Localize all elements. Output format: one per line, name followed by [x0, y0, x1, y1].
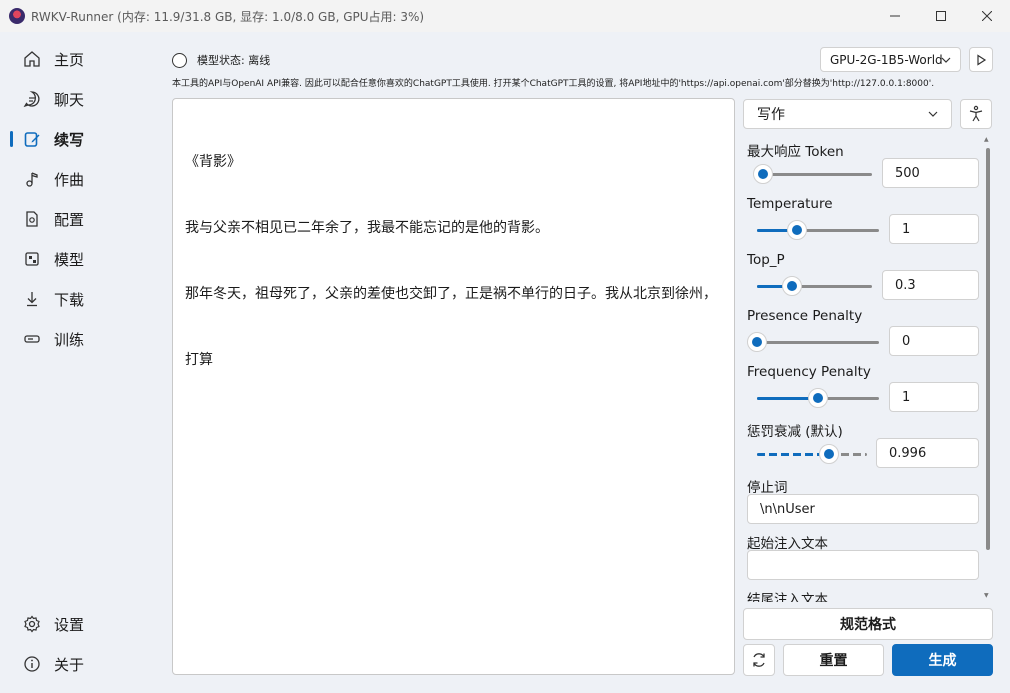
- sidebar-item-label: 聊天: [54, 90, 85, 109]
- presence-penalty-slider[interactable]: [747, 332, 879, 352]
- scroll-down-icon[interactable]: ▼: [984, 592, 989, 599]
- status-indicator-radio[interactable]: [172, 52, 187, 68]
- sidebar-item-downloads[interactable]: 下载: [4, 281, 154, 317]
- inject-end-label: 结尾注入文本: [747, 592, 828, 602]
- temperature-slider[interactable]: [757, 220, 879, 240]
- slider-thumb[interactable]: [819, 444, 839, 464]
- sidebar-item-home[interactable]: 主页: [4, 41, 154, 77]
- slider-thumb[interactable]: [787, 220, 807, 240]
- parameter-panel: 最大响应 Token 500 Temperature 1 Top_P 0.3 P…: [743, 136, 983, 602]
- chat-icon: [22, 89, 42, 109]
- sidebar-item-label: 训练: [54, 330, 85, 349]
- scroll-up-icon[interactable]: ▲: [984, 136, 989, 143]
- regenerate-button[interactable]: [743, 644, 775, 676]
- model-icon: [22, 249, 42, 269]
- completion-textarea[interactable]: 《背影》 我与父亲不相见已二年余了，我最不能忘记的是他的背影。 那年冬天，祖母死…: [172, 98, 735, 675]
- api-notice: 本工具的API与OpenAI API兼容. 因此可以配合任意你喜欢的ChatGP…: [172, 79, 935, 89]
- editor-line: 《背影》: [185, 154, 241, 170]
- sidebar-item-label: 模型: [54, 250, 85, 269]
- editor-line: 那年冬天，祖母死了，父亲的差使也交卸了，正是祸不单行的日子。我从北京到徐州，: [185, 286, 717, 302]
- preset-dropdown-value: 写作: [757, 107, 785, 123]
- sidebar-item-configs[interactable]: 配置: [4, 201, 154, 237]
- stop-words-input[interactable]: \n\nUser: [747, 494, 979, 524]
- download-icon: [22, 289, 42, 309]
- preset-dropdown[interactable]: 写作: [743, 99, 952, 129]
- chevron-down-icon: [928, 111, 938, 117]
- slider-thumb[interactable]: [782, 276, 802, 296]
- inject-start-label: 起始注入文本: [747, 536, 828, 552]
- temperature-label: Temperature: [747, 196, 833, 212]
- slider-thumb[interactable]: [808, 388, 828, 408]
- title-bar: RWKV-Runner (内存: 11.9/31.8 GB, 显存: 1.0/8…: [0, 0, 1010, 32]
- window-title: RWKV-Runner (内存: 11.9/31.8 GB, 显存: 1.0/8…: [31, 9, 425, 24]
- model-dropdown-value: GPU-2G-1B5-World: [830, 52, 943, 67]
- max-tokens-label: 最大响应 Token: [747, 144, 844, 160]
- inject-start-input[interactable]: [747, 550, 979, 580]
- sidebar-item-chat[interactable]: 聊天: [4, 81, 154, 117]
- settings-doc-icon: [22, 209, 42, 229]
- temperature-input[interactable]: 1: [889, 214, 979, 244]
- presence-penalty-input[interactable]: 0: [889, 326, 979, 356]
- maximize-button[interactable]: [918, 0, 964, 32]
- frequency-penalty-slider[interactable]: [757, 388, 879, 408]
- reset-button[interactable]: 重置: [783, 644, 884, 676]
- top-p-input[interactable]: 0.3: [882, 270, 979, 300]
- sidebar-item-label: 作曲: [54, 170, 85, 189]
- refresh-icon: [753, 653, 765, 667]
- music-note-icon: [22, 169, 42, 189]
- sidebar-item-label: 配置: [54, 210, 85, 229]
- max-tokens-slider[interactable]: [753, 164, 872, 184]
- sidebar-item-compose[interactable]: 作曲: [4, 161, 154, 197]
- editor-line: 我与父亲不相见已二年余了，我最不能忘记的是他的背影。: [185, 220, 549, 236]
- compose-icon: [22, 129, 42, 149]
- penalty-decay-slider[interactable]: [757, 444, 867, 464]
- frequency-penalty-input[interactable]: 1: [889, 382, 979, 412]
- presence-penalty-label: Presence Penalty: [747, 308, 863, 324]
- editor-line: 打算: [185, 352, 213, 368]
- chevron-down-icon: [941, 57, 951, 63]
- run-model-button[interactable]: [969, 47, 993, 72]
- home-icon: [22, 49, 42, 69]
- sidebar: 主页 聊天 续写 作曲 配置 模型 下载 训练 设置 关于: [0, 32, 160, 693]
- sidebar-item-label: 主页: [54, 50, 85, 69]
- info-icon: [22, 654, 42, 674]
- slider-thumb[interactable]: [753, 164, 773, 184]
- generate-button[interactable]: 生成: [892, 644, 993, 676]
- frequency-penalty-label: Frequency Penalty: [747, 364, 871, 380]
- train-icon: [22, 329, 42, 349]
- scrollbar-thumb[interactable]: [986, 148, 990, 550]
- sidebar-item-label: 设置: [54, 615, 85, 634]
- penalty-decay-input[interactable]: 0.996: [876, 438, 979, 468]
- sidebar-item-train[interactable]: 训练: [4, 321, 154, 357]
- app-logo-icon: [9, 8, 25, 24]
- model-status-text: 模型状态: 离线: [197, 54, 271, 67]
- model-status: 模型状态: 离线: [172, 50, 270, 70]
- close-button[interactable]: [964, 0, 1010, 32]
- minimize-button[interactable]: [872, 0, 918, 32]
- gear-icon: [22, 614, 42, 634]
- sidebar-item-label: 续写: [54, 130, 85, 149]
- sidebar-item-models[interactable]: 模型: [4, 241, 154, 277]
- max-tokens-input[interactable]: 500: [882, 158, 979, 188]
- format-button[interactable]: 规范格式: [743, 608, 993, 640]
- sidebar-item-settings[interactable]: 设置: [4, 606, 154, 642]
- minimize-icon: [890, 15, 900, 17]
- sidebar-item-completion[interactable]: 续写: [4, 121, 154, 157]
- slider-thumb[interactable]: [747, 332, 767, 352]
- top-p-label: Top_P: [747, 252, 785, 268]
- accessibility-icon: [969, 105, 983, 122]
- panel-scrollbar[interactable]: ▲ ▼: [984, 136, 991, 600]
- accessibility-button[interactable]: [960, 99, 992, 129]
- maximize-icon: [936, 11, 946, 21]
- stop-words-label: 停止词: [747, 480, 788, 496]
- sidebar-item-label: 关于: [54, 655, 85, 674]
- sidebar-item-about[interactable]: 关于: [4, 646, 154, 682]
- sidebar-item-label: 下载: [54, 290, 85, 309]
- penalty-decay-label: 惩罚衰减 (默认): [747, 424, 843, 440]
- close-icon: [982, 11, 992, 21]
- model-dropdown[interactable]: GPU-2G-1B5-World: [820, 47, 961, 72]
- top-p-slider[interactable]: [757, 276, 872, 296]
- play-icon: [977, 53, 987, 66]
